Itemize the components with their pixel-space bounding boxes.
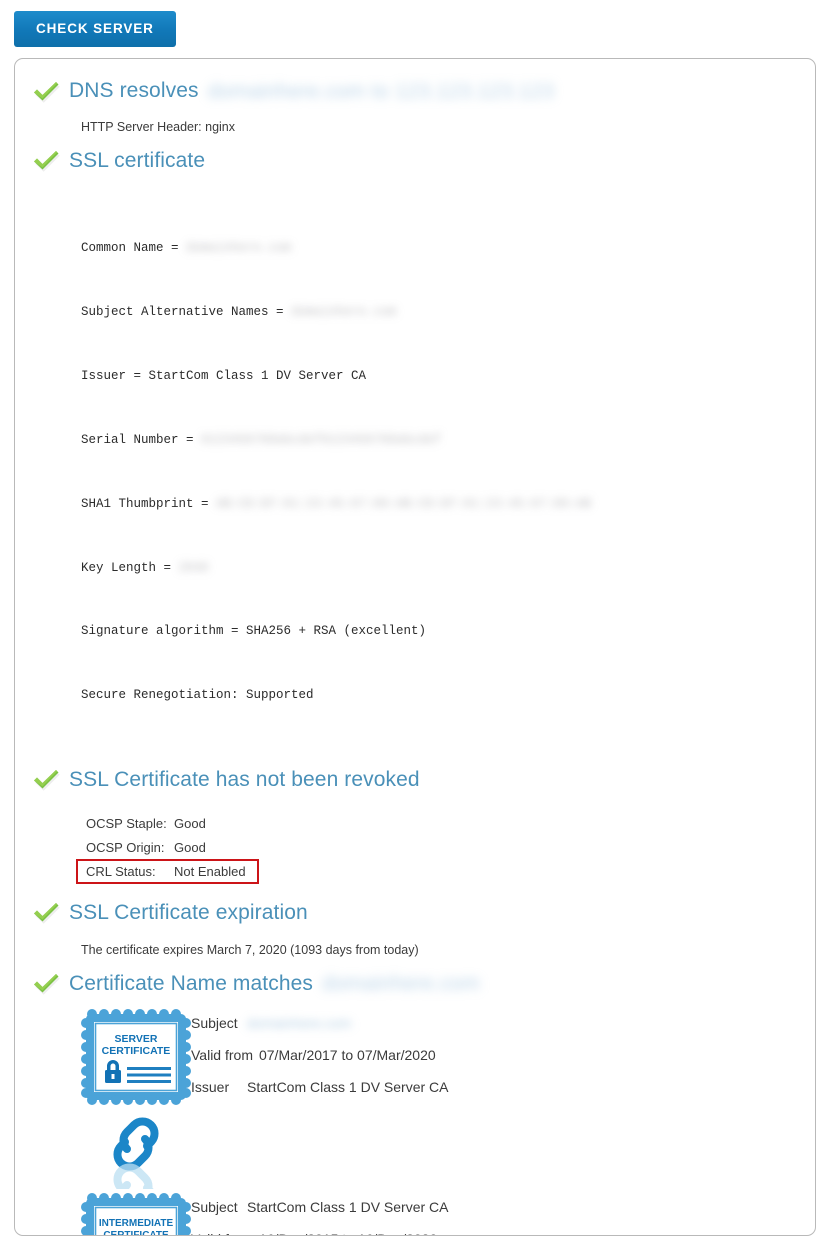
server-certificate-icon: SERVER CERTIFICATE xyxy=(81,1009,191,1110)
expiration-note: The certificate expires March 7, 2020 (1… xyxy=(81,943,419,958)
section-dns-title: DNS resolves domainhere.com to 123.123.12… xyxy=(69,79,554,103)
detail-row: Serial Number = 0123456789abcdef01234567… xyxy=(81,430,815,451)
server-certificate-icon-label-line2: CERTIFICATE xyxy=(102,1045,171,1057)
dns-redacted-target: domainhere.com to 123.123.123.123 xyxy=(207,79,555,103)
section-name-match: Certificate Name matches domainhere.com xyxy=(15,971,815,997)
cert-valid-line: Valid from 16/Dec/2015 to 16/Dec/2030 xyxy=(191,1231,449,1234)
cert-valid-value: 07/Mar/2017 to 07/Mar/2020 xyxy=(258,1047,436,1064)
green-check-icon xyxy=(31,79,61,105)
cert-subject-redacted-value: domainhere.com xyxy=(247,1015,352,1032)
revocation-row-label: OCSP Origin: xyxy=(86,839,165,855)
section-revocation: SSL Certificate has not been revoked xyxy=(15,767,815,793)
detail-label: SHA1 Thumbprint = xyxy=(81,496,217,511)
http-server-header-note: HTTP Server Header: nginx xyxy=(81,119,235,134)
detail-redacted-value: domainhere.com xyxy=(186,241,292,256)
cert-issuer-value: StartCom Class 1 DV Server CA xyxy=(247,1079,449,1096)
chain-link-icon xyxy=(113,1117,159,1190)
detail-redacted-value: 2048 xyxy=(178,560,209,575)
chain-entry-intermediate-certificate: INTERMEDIATE CERTIFICATE S xyxy=(81,1193,815,1235)
results-panel: DNS resolves domainhere.com to 123.123.12… xyxy=(14,57,816,1236)
revocation-row-label: CRL Status: xyxy=(86,864,156,880)
cert-subject-key: Subject xyxy=(191,1199,238,1216)
detail-redacted-value: 0123456789abcdef0123456789abcdef xyxy=(201,432,442,447)
dns-title-text: DNS resolves xyxy=(69,79,199,103)
cert-valid-key: Valid from xyxy=(191,1047,253,1064)
green-check-icon xyxy=(31,767,61,793)
cert-subject-line: Subject domainhere.com xyxy=(191,1015,449,1047)
revocation-row-ocsp-origin: OCSP Origin: Good xyxy=(81,835,261,859)
detail-label: Issuer = StartCom Class 1 DV Server CA xyxy=(81,368,367,383)
section-expiration-title: SSL Certificate expiration xyxy=(69,901,308,925)
cert-subject-key: Subject xyxy=(191,1015,238,1032)
detail-label: Secure Renegotiation: Supported xyxy=(81,688,314,703)
section-name-match-title: Certificate Name matches domainhere.com xyxy=(69,972,480,996)
server-certificate-icon-label-line1: SERVER xyxy=(115,1033,158,1045)
detail-row: Subject Alternative Names = domainhere.c… xyxy=(81,302,815,323)
detail-label: Key Length = xyxy=(81,560,179,575)
detail-row: Signature algorithm = SHA256 + RSA (exce… xyxy=(81,621,815,642)
detail-row: SHA1 Thumbprint = AB:CD:EF:01:23:45:67:8… xyxy=(81,494,815,515)
detail-redacted-value: AB:CD:EF:01:23:45:67:89:AB:CD:EF:01:23:4… xyxy=(216,496,592,511)
certificate-chain: SERVER CERTIFICATE Subject domainhere.co… xyxy=(15,1003,815,1235)
green-check-icon xyxy=(31,971,61,997)
chain-link-icon-1-wrapper xyxy=(81,1111,191,1193)
detail-label: Signature algorithm = SHA256 + RSA (exce… xyxy=(81,624,427,639)
server-certificate-fields: Subject domainhere.com Valid from 07/Mar… xyxy=(191,1009,449,1111)
green-check-icon xyxy=(31,148,61,174)
detail-label: Serial Number = xyxy=(81,432,202,447)
name-match-redacted-domain: domainhere.com xyxy=(321,972,480,996)
cert-valid-key: Valid from xyxy=(191,1231,259,1234)
cert-subject-value: StartCom Class 1 DV Server CA xyxy=(247,1199,449,1216)
intermediate-certificate-fields: Subject StartCom Class 1 DV Server CA Va… xyxy=(191,1193,449,1234)
intermediate-certificate-icon-label-line1: INTERMEDIATE xyxy=(99,1218,174,1229)
detail-row: Common Name = domainhere.com xyxy=(81,238,815,259)
name-match-title-text: Certificate Name matches xyxy=(69,971,313,995)
revocation-row-value: Good xyxy=(174,839,206,855)
cert-valid-line: Valid from 07/Mar/2017 to 07/Mar/2020 xyxy=(191,1047,449,1079)
chain-entry-server-certificate: SERVER CERTIFICATE Subject domainhere.co… xyxy=(81,1009,815,1111)
revocation-row-label: OCSP Staple: xyxy=(86,815,167,831)
intermediate-certificate-icon-label-line2: CERTIFICATE xyxy=(103,1230,169,1235)
green-check-icon xyxy=(31,900,61,926)
detail-row: Secure Renegotiation: Supported xyxy=(81,685,815,706)
section-expiration: SSL Certificate expiration xyxy=(15,900,815,926)
revocation-row-ocsp-staple: OCSP Staple: Good xyxy=(81,811,261,835)
cert-subject-line: Subject StartCom Class 1 DV Server CA xyxy=(191,1199,449,1231)
section-revocation-title: SSL Certificate has not been revoked xyxy=(69,768,420,792)
cert-valid-value: 16/Dec/2015 to 16/Dec/2030 xyxy=(259,1231,437,1234)
detail-redacted-value: domainhere.com xyxy=(291,304,397,319)
revocation-row-crl-status: CRL Status: Not Enabled xyxy=(76,859,259,885)
section-ssl-certificate-title: SSL certificate xyxy=(69,148,206,172)
cert-issuer-line: Issuer StartCom Class 1 DV Server CA xyxy=(191,1079,449,1111)
detail-label: Subject Alternative Names = xyxy=(81,304,292,319)
check-server-button[interactable]: CHECK SERVER xyxy=(14,11,176,47)
cert-issuer-key: Issuer xyxy=(191,1079,230,1096)
section-dns: DNS resolves domainhere.com to 123.123.12… xyxy=(15,79,815,105)
intermediate-certificate-icon: INTERMEDIATE CERTIFICATE xyxy=(81,1193,191,1235)
detail-row: Issuer = StartCom Class 1 DV Server CA xyxy=(81,366,815,387)
revocation-row-value: Not Enabled xyxy=(174,864,246,880)
certificate-details-block: Common Name = domainhere.com Subject Alt… xyxy=(15,196,815,750)
detail-label: Common Name = xyxy=(81,241,187,256)
toolbar: CHECK SERVER xyxy=(0,0,830,47)
section-ssl-certificate: SSL certificate xyxy=(15,148,815,174)
revocation-row-value: Good xyxy=(174,815,206,831)
detail-row: Key Length = 2048 xyxy=(81,558,815,579)
revocation-table: OCSP Staple: Good OCSP Origin: Good CRL … xyxy=(15,811,815,885)
